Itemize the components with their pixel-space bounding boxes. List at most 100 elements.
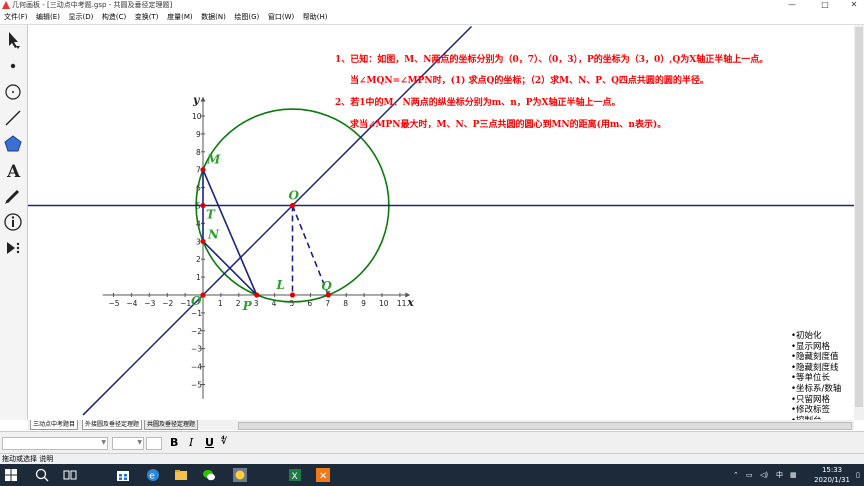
clock-time: 15:33 xyxy=(821,466,843,474)
cmd-hide-tick-values[interactable]: •隐藏刻度值 xyxy=(791,352,853,363)
label-point-t: T xyxy=(206,208,216,222)
menu-graph[interactable]: 绘图(G) xyxy=(234,10,259,24)
point-p[interactable] xyxy=(254,292,260,298)
tab-concyclic[interactable]: 共圆及垂径定理题 xyxy=(144,420,199,430)
menu-measure[interactable]: 度量(M) xyxy=(167,10,193,24)
notification-icon[interactable]: ▯ xyxy=(856,464,860,486)
chevron-down-icon: ▼ xyxy=(101,439,106,446)
cmd-coord-axis[interactable]: •坐标系/数轴 xyxy=(791,384,853,395)
y-tick-label: −4 xyxy=(191,363,202,372)
label-point-q: Q xyxy=(321,279,332,293)
x-tick-label: 3 xyxy=(254,299,259,308)
volume-icon[interactable]: ◁) xyxy=(760,464,768,486)
select-arrow-icon[interactable] xyxy=(2,29,24,51)
minimize-button[interactable]: — xyxy=(782,0,802,10)
bold-button[interactable]: B xyxy=(170,436,178,449)
sketchpad-icon[interactable] xyxy=(232,467,248,483)
cmd-hide-tick-marks[interactable]: •隐藏刻度线 xyxy=(791,363,853,374)
ime-indicator[interactable]: 中 xyxy=(776,464,783,486)
label-point-l: L xyxy=(276,278,285,292)
point-l[interactable] xyxy=(289,292,296,298)
network-icon[interactable]: ▭ xyxy=(746,464,753,486)
clock-date: 2020/1/31 xyxy=(814,476,850,484)
point-t[interactable] xyxy=(200,202,206,209)
tab-three-moving-points[interactable]: 三动点中考题目 xyxy=(30,420,79,430)
label-point-n: N xyxy=(207,227,220,241)
menu-help[interactable]: 帮助(H) xyxy=(303,10,328,24)
y-tick-label: 8 xyxy=(196,148,201,157)
math-format-button[interactable]: ∜ xyxy=(221,437,227,447)
compass-circle-icon[interactable] xyxy=(2,81,24,103)
problem-line-3: 2、若1中的M、N两点的纵坐标分别为m、n，P为X轴正半轴上一点。 xyxy=(335,98,621,108)
point-n[interactable] xyxy=(200,238,206,244)
taskbar: e X ✕ ⌃ ▭ ◁) 中 ▦ 15:33 2020/1/31 ▯ xyxy=(0,464,864,486)
title-bar: 几何画板 - [三动点中考题.gsp - 共圆及垂径定理题] — □ ✕ xyxy=(0,0,864,10)
x-tick-label: −2 xyxy=(162,299,173,308)
custom-tool-icon[interactable] xyxy=(2,237,24,259)
point-o1[interactable] xyxy=(289,202,296,209)
point-m[interactable] xyxy=(200,167,206,173)
cmd-grid-only[interactable]: •只留网格 xyxy=(791,395,853,406)
tab-circumcircle[interactable]: 外接圆及垂径定理题 xyxy=(82,420,143,430)
point-q[interactable] xyxy=(325,292,331,298)
cmd-equal-units[interactable]: •等单位长 xyxy=(791,373,853,384)
y-axis-arrow xyxy=(200,96,206,102)
menu-file[interactable]: 文件(F) xyxy=(4,10,28,24)
svg-text:✕: ✕ xyxy=(319,471,327,482)
y-axis-label: y xyxy=(192,93,201,106)
menu-window[interactable]: 窗口(W) xyxy=(268,10,294,24)
y-tick-label: 3 xyxy=(196,237,201,246)
search-icon[interactable] xyxy=(34,467,50,483)
horizontal-scrollbar[interactable] xyxy=(238,422,852,430)
x-tick-label: −5 xyxy=(109,299,120,308)
status-text: 拖动或选择 说明 xyxy=(2,455,54,463)
command-menu: •初始化 •显示网格 •隐藏刻度值 •隐藏刻度线 •等单位长 •坐标系/数轴 •… xyxy=(791,331,853,426)
line-icon[interactable] xyxy=(2,107,24,129)
cmd-show-grid[interactable]: •显示网格 xyxy=(791,342,853,353)
tray-chevron-icon[interactable]: ⌃ xyxy=(733,464,739,486)
edge-icon[interactable]: e xyxy=(145,467,161,483)
menu-construct[interactable]: 构造(C) xyxy=(102,10,126,24)
polygon-icon[interactable] xyxy=(2,133,24,155)
label-point-p: P xyxy=(242,299,253,313)
menu-bar: 文件(F) 编辑(E) 显示(D) 构造(C) 变换(T) 度量(M) 数据(N… xyxy=(0,10,864,25)
menu-edit[interactable]: 编辑(E) xyxy=(36,10,60,24)
task-view-icon[interactable] xyxy=(62,467,78,483)
menu-display[interactable]: 显示(D) xyxy=(68,10,93,24)
menu-number[interactable]: 数据(N) xyxy=(201,10,226,24)
marker-pen-icon[interactable] xyxy=(2,185,24,207)
x-tick-label: 11 xyxy=(397,299,407,308)
clock[interactable]: 15:33 2020/1/31 xyxy=(814,465,850,485)
y-tick-label: −2 xyxy=(191,327,202,336)
cmd-initialize[interactable]: •初始化 xyxy=(791,331,853,342)
xmind-icon[interactable]: ✕ xyxy=(315,467,331,483)
wechat-icon[interactable] xyxy=(201,467,217,483)
y-tick-label: −1 xyxy=(191,309,202,318)
label-point-o1: O xyxy=(289,189,300,203)
close-button[interactable]: ✕ xyxy=(844,0,864,10)
keyboard-icon[interactable]: ▦ xyxy=(790,464,797,486)
text-color-select[interactable] xyxy=(146,437,162,450)
app-icon xyxy=(2,1,10,9)
svg-text:A: A xyxy=(6,162,21,181)
text-icon[interactable]: A xyxy=(2,159,24,182)
font-family-select[interactable]: ▼ xyxy=(2,437,108,450)
x-tick-label: 1 xyxy=(218,299,223,308)
cmd-edit-labels[interactable]: •修改标签 xyxy=(791,405,853,416)
point-icon[interactable] xyxy=(2,55,24,77)
vertical-scrollbar[interactable] xyxy=(854,25,864,420)
svg-text:X: X xyxy=(292,472,298,482)
scrollbar-thumb[interactable] xyxy=(855,27,863,407)
font-size-select[interactable]: ▼ xyxy=(112,437,144,450)
italic-button[interactable]: I xyxy=(189,436,193,449)
windows-start-icon[interactable] xyxy=(3,467,19,483)
info-icon[interactable] xyxy=(2,211,24,233)
explorer-icon[interactable] xyxy=(173,467,189,483)
excel-icon[interactable]: X xyxy=(287,467,303,483)
problem-line-1: 1、已知：如图，M、N两点的坐标分别为（0，7）、（0，3），P的坐标为（3，0… xyxy=(335,55,769,65)
maximize-button[interactable]: □ xyxy=(815,0,835,10)
underline-button[interactable]: U xyxy=(205,436,214,449)
y-tick-label: 9 xyxy=(196,130,201,139)
menu-transform[interactable]: 变换(T) xyxy=(135,10,159,24)
store-icon[interactable] xyxy=(115,467,131,483)
